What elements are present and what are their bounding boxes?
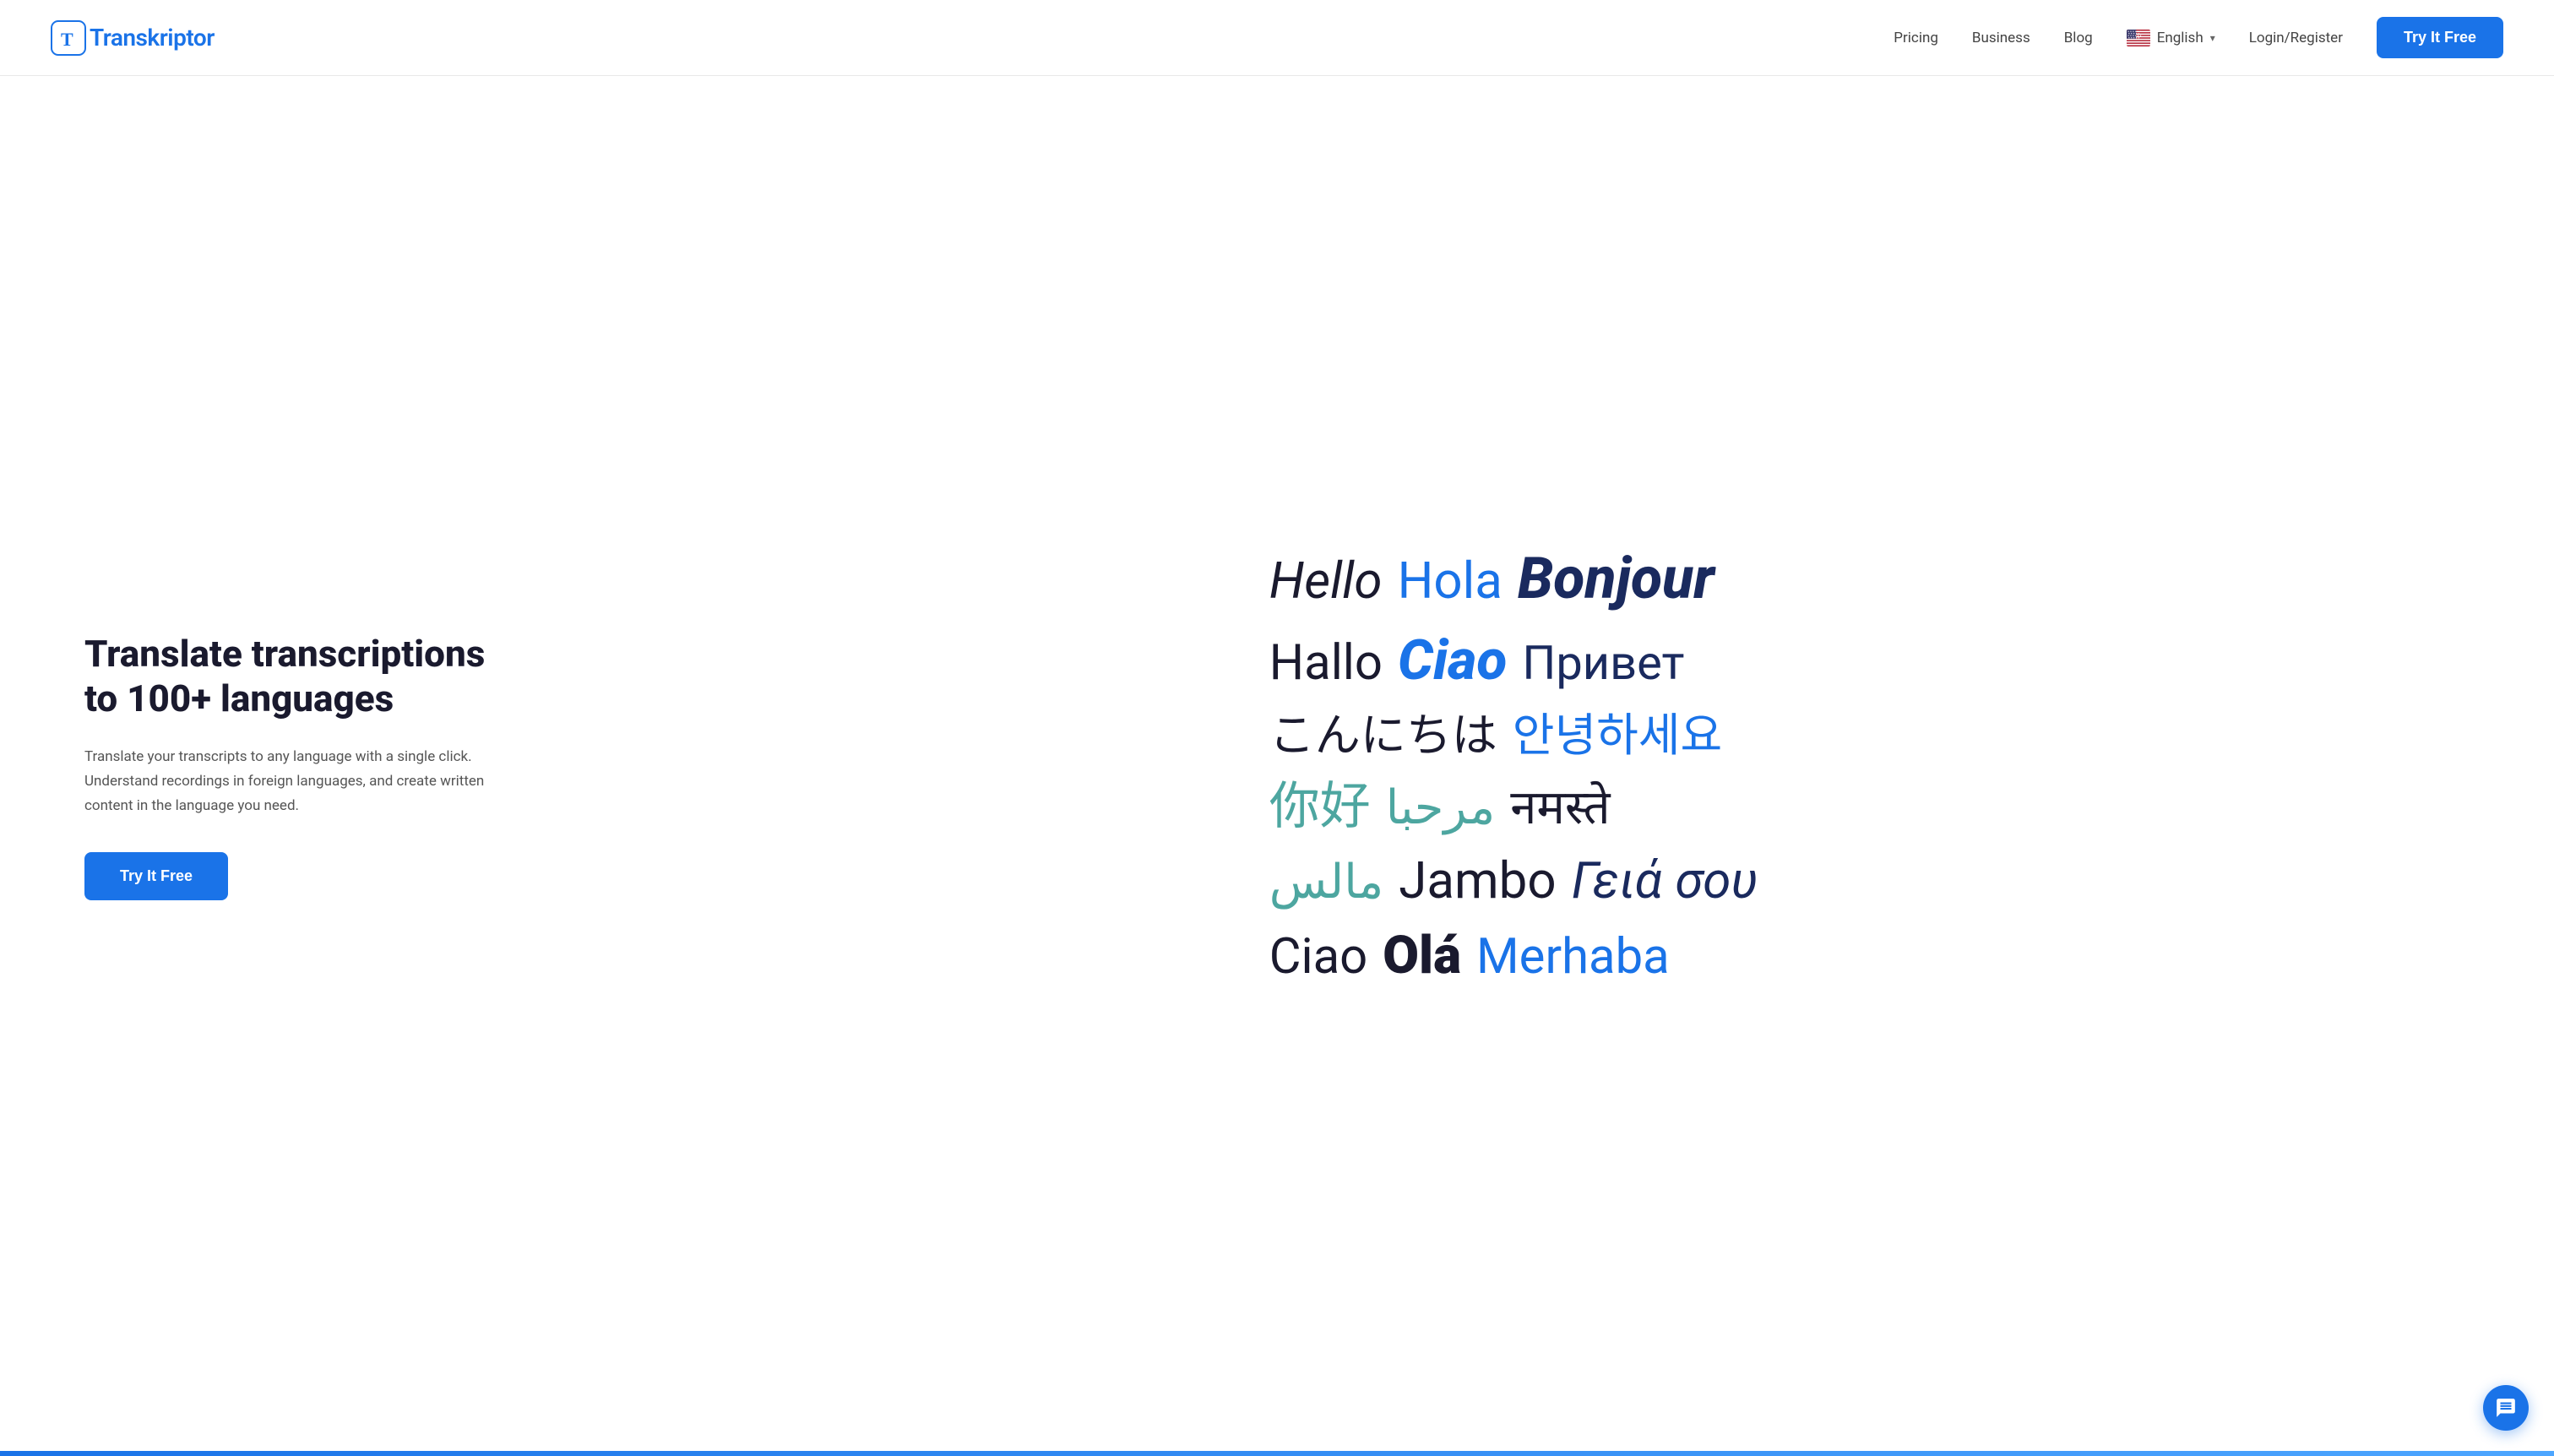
nav-blog[interactable]: Blog	[2064, 30, 2093, 46]
lang-row-2: Hallo Ciao Привет	[1269, 622, 1758, 700]
chat-icon	[2495, 1397, 2517, 1419]
hero-right: Hello Hola Bonjour Hallo Ciao Привет こんに…	[524, 522, 2503, 1010]
chevron-down-icon: ▾	[2210, 32, 2215, 44]
hero-section: Translate transcriptions to 100+ languag…	[0, 76, 2554, 1456]
language-cloud: Hello Hola Bonjour Hallo Ciao Привет こんに…	[1269, 539, 1758, 993]
nav-links: Pricing Business Blog ★ ★ ★ ★ ★ ★ ★ ★ ★ …	[1894, 17, 2503, 58]
word-hallo: Hallo	[1269, 629, 1383, 698]
logo[interactable]: T Transkriptor	[51, 20, 215, 56]
word-hello: Hello	[1269, 546, 1383, 617]
word-hindi: नमस्ते	[1510, 774, 1610, 840]
nav-pricing[interactable]: Pricing	[1894, 30, 1938, 46]
hero-left: Translate transcriptions to 100+ languag…	[84, 632, 524, 899]
bottom-bar	[0, 1451, 2554, 1456]
svg-text:T: T	[61, 29, 73, 50]
word-merhaba: Merhaba	[1476, 923, 1670, 991]
logo-text: Transkriptor	[90, 24, 215, 52]
word-hola: Hola	[1398, 546, 1503, 617]
language-label: English	[2157, 30, 2204, 46]
chat-bubble[interactable]	[2483, 1385, 2529, 1431]
try-it-free-button-nav[interactable]: Try It Free	[2377, 17, 2503, 58]
lang-row-6: Ciao Olá Merhaba	[1269, 920, 1758, 993]
word-arabic2: مالس	[1269, 849, 1384, 915]
word-jambo: Jambo	[1399, 845, 1556, 916]
word-privet: Привет	[1522, 630, 1684, 696]
word-arabic: مرحبا	[1386, 774, 1495, 840]
word-korean: 안녕하세요	[1513, 704, 1722, 769]
word-greek: Γειά σου	[1572, 845, 1758, 916]
word-ciao-italian: Ciao	[1398, 622, 1507, 700]
hero-title: Translate transcriptions to 100+ languag…	[84, 632, 490, 721]
word-ciao2: Ciao	[1269, 923, 1367, 991]
word-japanese: こんにちは	[1269, 704, 1497, 769]
lang-row-3: こんにちは 안녕하세요	[1269, 704, 1758, 769]
lang-row-4: 你好 مرحبا नमस्ते	[1269, 771, 1758, 842]
lang-row-1: Hello Hola Bonjour	[1269, 539, 1758, 619]
word-bonjour: Bonjour	[1518, 539, 1714, 619]
language-selector[interactable]: ★ ★ ★ ★ ★ ★ ★ ★ ★ ★ ★ ★ ★ ★ ★ ★ ★ ★ ★ ★ …	[2127, 30, 2215, 46]
lang-row-5: مالس Jambo Γειά σου	[1269, 845, 1758, 916]
try-it-free-button-hero[interactable]: Try It Free	[84, 852, 228, 900]
nav-business[interactable]: Business	[1972, 30, 2030, 46]
word-chinese: 你好	[1269, 771, 1371, 842]
login-register-link[interactable]: Login/Register	[2249, 30, 2343, 46]
navbar: T Transkriptor Pricing Business Blog ★ ★…	[0, 0, 2554, 76]
svg-text:★ ★ ★ ★ ★: ★ ★ ★ ★ ★	[2127, 35, 2139, 39]
word-ola: Olá	[1383, 920, 1461, 993]
flag-icon: ★ ★ ★ ★ ★ ★ ★ ★ ★ ★ ★ ★ ★ ★ ★ ★ ★ ★ ★ ★ …	[2127, 30, 2150, 46]
hero-description: Translate your transcripts to any langua…	[84, 745, 490, 818]
